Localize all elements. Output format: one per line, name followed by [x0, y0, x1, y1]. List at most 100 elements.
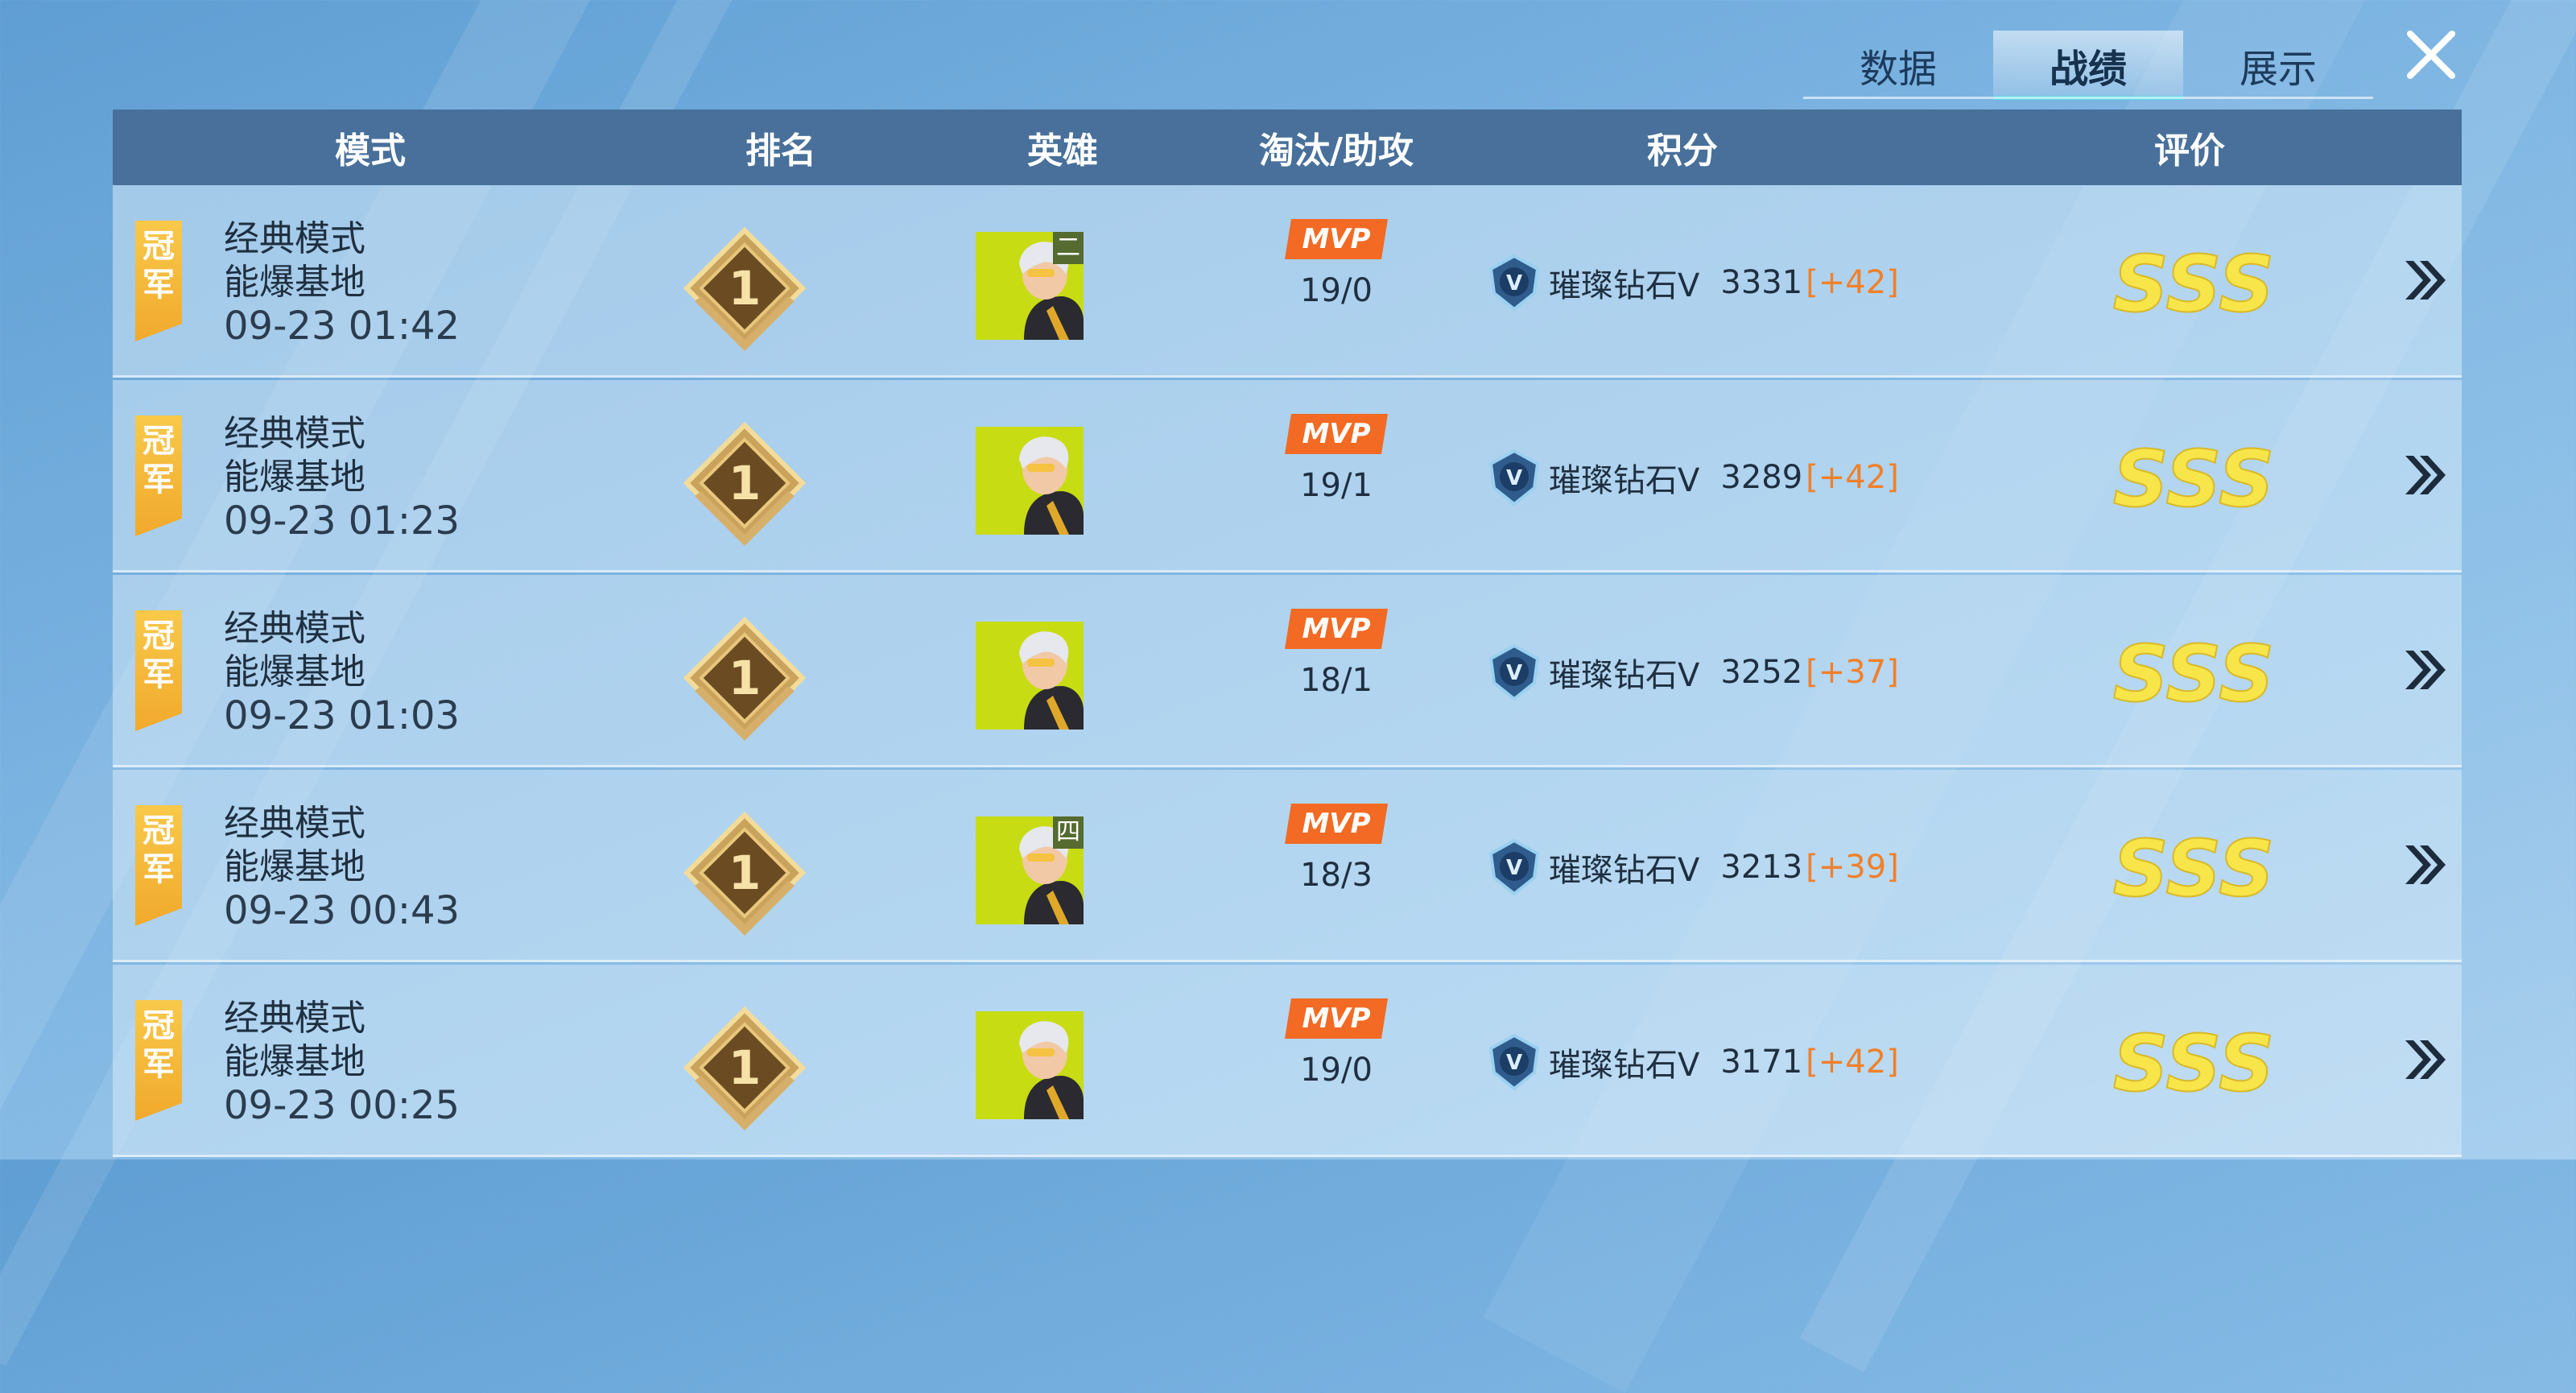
score-value: 3331: [1720, 264, 1803, 301]
score-delta: [+42]: [1806, 459, 1899, 496]
mode-info: 经典模式 能爆基地 09-23 01:23: [224, 412, 460, 543]
hero-avatar[interactable]: [976, 622, 1084, 730]
double-chevron-right-icon: [2405, 845, 2446, 884]
champion-ribbon: 冠军: [135, 221, 182, 341]
col-kda: 淘汰/助攻: [1258, 130, 1414, 172]
mvp-badge: MVP: [1285, 414, 1388, 454]
table-row[interactable]: 冠军 经典模式 能爆基地 09-23 01:23 1 MVP 19/1 V 璀璨…: [113, 380, 2462, 572]
score-cell: V 璀璨钻石Ⅴ 3171 [+42]: [1488, 1034, 1899, 1090]
row-detail-button[interactable]: [2399, 1034, 2450, 1085]
mode-name: 经典模式: [224, 413, 365, 454]
grade-text: SSS: [2113, 1021, 2275, 1109]
mode-name: 经典模式: [224, 998, 365, 1039]
hero-portrait-icon: [976, 622, 1084, 730]
mode-info: 经典模式 能爆基地 09-23 01:03: [224, 607, 460, 738]
tab-label: 展示: [2239, 47, 2317, 92]
champion-ribbon: 冠军: [135, 610, 182, 731]
ribbon-label: 冠军: [142, 1007, 175, 1083]
tab-label: 战绩: [2049, 47, 2127, 92]
tier-name: 璀璨钻石Ⅴ: [1549, 267, 1700, 304]
svg-text:V: V: [1506, 661, 1522, 685]
hero-avatar[interactable]: 二: [976, 232, 1084, 340]
diamond-tier-icon: V: [1488, 449, 1540, 506]
score-value: 3252: [1720, 654, 1803, 691]
kda-value: 19/0: [1300, 1052, 1373, 1089]
mvp-label: MVP: [1302, 613, 1371, 645]
rank-badge-icon: 1: [683, 1006, 807, 1131]
table-row[interactable]: 冠军 经典模式 能爆基地 09-23 01:03 1 MVP 18/1 V 璀璨…: [113, 575, 2462, 767]
kda-cell: MVP 19/0: [1240, 998, 1433, 1089]
hero-avatar[interactable]: [976, 427, 1084, 535]
col-mode: 模式: [335, 130, 406, 172]
mvp-label: MVP: [1302, 808, 1371, 840]
rank-badge-icon: 1: [683, 811, 807, 936]
match-time: 09-23 01:03: [224, 693, 460, 738]
kda-cell: MVP 18/3: [1240, 804, 1433, 894]
row-detail-button[interactable]: [2399, 449, 2450, 501]
match-time: 09-23 00:25: [224, 1083, 460, 1128]
tabs-underline: [1803, 97, 2373, 99]
mvp-label: MVP: [1302, 418, 1371, 450]
mvp-badge: MVP: [1285, 998, 1388, 1039]
record-tabs: 数据 战绩 展示: [1803, 31, 2373, 100]
hero-avatar[interactable]: 四: [976, 816, 1084, 924]
tab-showcase[interactable]: 展示: [2183, 31, 2373, 100]
grade-text: SSS: [2113, 826, 2275, 914]
match-time: 09-23 00:43: [224, 888, 460, 933]
table-row[interactable]: 冠军 经典模式 能爆基地 09-23 00:43 1 四 MVP 18/3 V …: [113, 770, 2462, 962]
hero-avatar[interactable]: [976, 1011, 1084, 1119]
score-cell: V 璀璨钻石Ⅴ 3331 [+42]: [1488, 254, 1899, 311]
diamond-tier-icon: V: [1488, 254, 1540, 311]
score-delta: [+37]: [1806, 654, 1899, 691]
diamond-tier-icon: V: [1488, 1034, 1540, 1090]
ribbon-label: 冠军: [142, 812, 175, 888]
rank-number: 1: [729, 261, 761, 316]
grade-text: SSS: [2113, 631, 2275, 719]
hero-tag: 二: [1053, 232, 1084, 264]
grade-text: SSS: [2113, 242, 2275, 329]
tab-records[interactable]: 战绩: [1993, 31, 2183, 100]
row-detail-button[interactable]: [2399, 839, 2450, 891]
col-rank: 排名: [745, 130, 816, 172]
score-cell: V 璀璨钻石Ⅴ 3213 [+39]: [1488, 839, 1899, 895]
grade-badge: SSS: [2112, 1021, 2276, 1110]
tier-name: 璀璨钻石Ⅴ: [1549, 462, 1700, 499]
grade-text: SSS: [2113, 436, 2275, 524]
mvp-label: MVP: [1302, 1002, 1371, 1035]
table-row[interactable]: 冠军 经典模式 能爆基地 09-23 01:42 1 二 MVP 19/0 V …: [113, 185, 2462, 378]
score-value: 3171: [1720, 1044, 1803, 1081]
map-name: 能爆基地: [224, 846, 365, 887]
table-header: 模式 排名 英雄 淘汰/助攻 积分 评价: [113, 110, 2462, 185]
close-icon: [2407, 31, 2455, 79]
hero-portrait-icon: [976, 1011, 1084, 1119]
double-chevron-right-icon: [2405, 651, 2446, 689]
score-delta: [+42]: [1806, 1044, 1899, 1081]
mvp-badge: MVP: [1285, 609, 1388, 649]
map-name: 能爆基地: [224, 1041, 365, 1082]
match-time: 09-23 01:42: [224, 304, 460, 349]
hero-tag: 四: [1053, 816, 1084, 849]
mvp-badge: MVP: [1285, 804, 1388, 844]
rank-badge-icon: 1: [683, 226, 807, 351]
close-button[interactable]: [2399, 23, 2463, 87]
score-delta: [+39]: [1806, 849, 1899, 886]
champion-ribbon: 冠军: [135, 415, 182, 536]
mode-info: 经典模式 能爆基地 09-23 00:25: [224, 997, 460, 1127]
diamond-tier-icon: V: [1488, 839, 1540, 895]
table-row[interactable]: 冠军 经典模式 能爆基地 09-23 00:25 1 MVP 19/0 V 璀璨…: [113, 965, 2462, 1157]
tab-data[interactable]: 数据: [1803, 31, 1993, 100]
svg-text:V: V: [1506, 466, 1522, 490]
grade-badge: SSS: [2112, 826, 2276, 915]
kda-cell: MVP 18/1: [1240, 609, 1433, 699]
champion-ribbon: 冠军: [135, 805, 182, 926]
mode-info: 经典模式 能爆基地 09-23 01:42: [224, 217, 460, 348]
mode-name: 经典模式: [224, 218, 365, 259]
rank-badge-icon: 1: [683, 616, 807, 741]
row-detail-button[interactable]: [2399, 254, 2450, 306]
rank-number: 1: [729, 651, 761, 705]
row-detail-button[interactable]: [2399, 644, 2450, 696]
svg-text:V: V: [1506, 1051, 1522, 1075]
map-name: 能爆基地: [224, 457, 365, 498]
tab-label: 数据: [1859, 47, 1937, 92]
grade-badge: SSS: [2112, 436, 2276, 525]
